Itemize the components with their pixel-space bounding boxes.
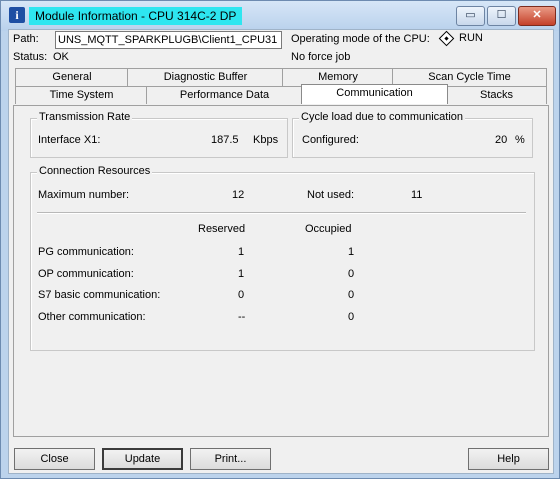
- cycle-load-title: Cycle load due to communication: [299, 111, 466, 123]
- not-used-label: Not used:: [307, 189, 355, 201]
- connection-resources-group: Connection Resources Maximum number: 12 …: [30, 165, 535, 351]
- force-job-status: No force job: [291, 51, 351, 63]
- s7-basic-communication-reserved: 0: [238, 289, 245, 301]
- column-header-occupied: Occupied: [305, 223, 352, 235]
- other-communication-label: Other communication:: [38, 311, 146, 323]
- title-bar[interactable]: i Module Information - CPU 314C-2 DP ▭ ☐…: [1, 1, 559, 31]
- print-button[interactable]: Print...: [190, 448, 271, 470]
- interface-label: Interface X1:: [38, 134, 101, 146]
- resources-separator: [37, 212, 526, 214]
- pg-communication-reserved: 1: [238, 246, 245, 258]
- tab-time-system[interactable]: Time System: [15, 86, 148, 104]
- minimize-button[interactable]: ▭: [456, 6, 485, 26]
- maximize-button[interactable]: ☐: [487, 6, 516, 26]
- transmission-rate-value: 187.5: [211, 134, 239, 146]
- tab-diagnostic-buffer[interactable]: Diagnostic Buffer: [127, 68, 284, 86]
- op-communication-label: OP communication:: [38, 268, 134, 280]
- path-label: Path:: [13, 33, 39, 45]
- other-communication-reserved: --: [238, 311, 246, 323]
- transmission-rate-unit: Kbps: [253, 134, 279, 146]
- other-communication-occupied: 0: [348, 311, 355, 323]
- s7-basic-communication-occupied: 0: [348, 289, 355, 301]
- not-used-value: 11: [411, 189, 423, 201]
- configured-label: Configured:: [302, 134, 359, 146]
- communication-panel: Transmission Rate Interface X1: 187.5 Kb…: [13, 105, 549, 437]
- cycle-load-unit: %: [515, 134, 525, 146]
- window-title: Module Information - CPU 314C-2 DP: [29, 7, 243, 25]
- run-state-icon: [438, 30, 455, 47]
- s7-basic-communication-label: S7 basic communication:: [38, 289, 161, 301]
- connection-resources-title: Connection Resources: [37, 165, 153, 177]
- help-button[interactable]: Help: [468, 448, 549, 470]
- max-number-label: Maximum number:: [38, 189, 130, 201]
- update-button[interactable]: Update: [102, 448, 183, 470]
- path-field[interactable]: UNS_MQTT_SPARKPLUGB\Client1_CPU31: [55, 31, 282, 49]
- op-communication-occupied: 0: [348, 268, 355, 280]
- dialog-client-area: Path: UNS_MQTT_SPARKPLUGB\Client1_CPU31 …: [8, 29, 554, 474]
- tab-communication[interactable]: Communication: [301, 84, 448, 104]
- status-value: OK: [53, 51, 69, 63]
- column-header-reserved: Reserved: [198, 223, 246, 235]
- tab-performance-data[interactable]: Performance Data: [146, 86, 303, 104]
- close-window-button[interactable]: ✕: [518, 6, 556, 26]
- pg-communication-occupied: 1: [348, 246, 355, 258]
- pg-communication-label: PG communication:: [38, 246, 134, 258]
- operating-mode-label: Operating mode of the CPU:: [291, 33, 430, 45]
- status-label: Status:: [13, 51, 48, 63]
- operating-mode-value: RUN: [459, 32, 483, 44]
- info-icon: i: [9, 7, 25, 23]
- tab-stacks[interactable]: Stacks: [446, 86, 547, 104]
- transmission-rate-title: Transmission Rate: [37, 111, 133, 123]
- cycle-load-value: 20: [495, 134, 508, 146]
- max-number-value: 12: [232, 189, 245, 201]
- close-button[interactable]: Close: [14, 448, 95, 470]
- tab-general[interactable]: General: [15, 68, 129, 86]
- op-communication-reserved: 1: [238, 268, 245, 280]
- cycle-load-group: Cycle load due to communication Configur…: [292, 111, 533, 158]
- module-information-window: i Module Information - CPU 314C-2 DP ▭ ☐…: [0, 0, 560, 479]
- transmission-rate-group: Transmission Rate Interface X1: 187.5 Kb…: [30, 111, 288, 158]
